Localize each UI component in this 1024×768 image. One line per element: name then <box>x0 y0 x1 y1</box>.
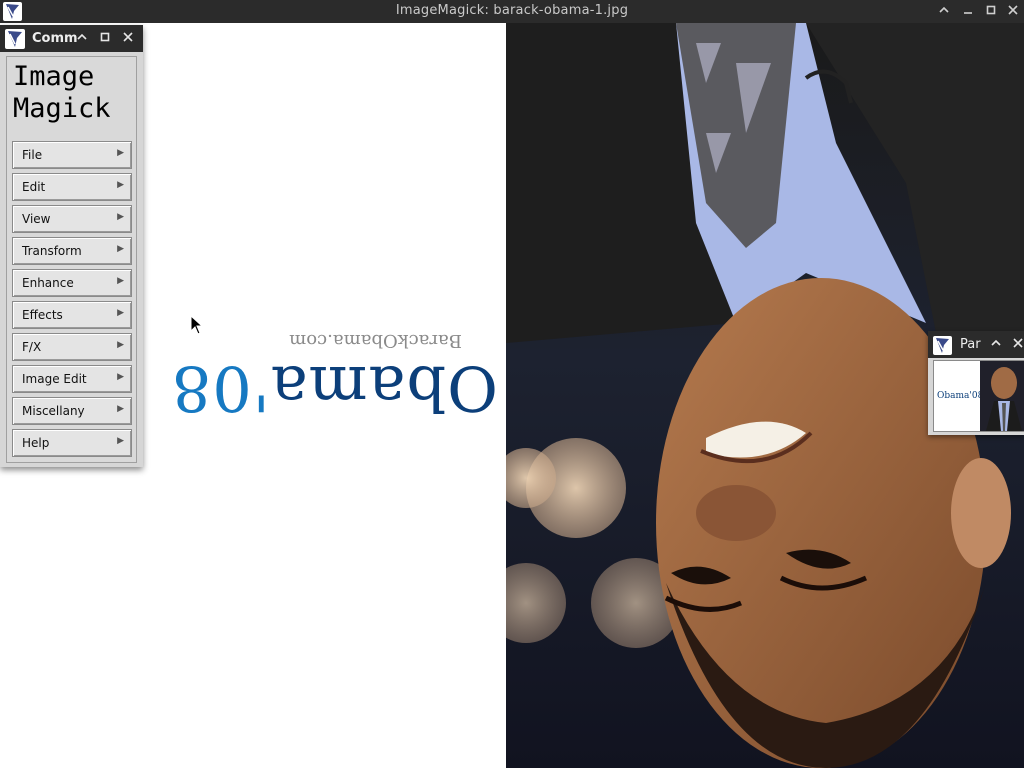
minimize-button[interactable] <box>960 4 976 20</box>
submenu-arrow-icon: ▶ <box>117 308 124 318</box>
mouse-cursor-icon <box>190 314 204 335</box>
shade-button[interactable] <box>988 337 1004 353</box>
submenu-arrow-icon: ▶ <box>117 244 124 254</box>
menu-label: Help <box>22 436 50 450</box>
menu-label: Enhance <box>22 276 74 290</box>
commands-titlebar[interactable]: Comm <box>0 25 143 52</box>
menu-enhance-button[interactable]: Enhance ▶ <box>12 269 132 297</box>
maximize-button[interactable] <box>97 31 113 47</box>
menu-label: Edit <box>22 180 46 194</box>
main-titlebar: ImageMagick: barack-obama-1.jpg <box>0 0 1024 24</box>
imagemagick-logo: Image Magick <box>13 61 111 124</box>
submenu-arrow-icon: ▶ <box>117 180 124 190</box>
menu-edit-button[interactable]: Edit ▶ <box>12 173 132 201</box>
menu-miscellany-button[interactable]: Miscellany ▶ <box>12 397 132 425</box>
menu-view-button[interactable]: View ▶ <box>12 205 132 233</box>
logo-site-text: BarackObama.com <box>289 330 462 351</box>
submenu-arrow-icon: ▶ <box>117 148 124 158</box>
thumbnail-logo: Obama'08 <box>937 391 984 401</box>
submenu-arrow-icon: ▶ <box>117 436 124 446</box>
shade-button[interactable] <box>936 4 952 20</box>
submenu-arrow-icon: ▶ <box>117 404 124 414</box>
pan-thumbnail[interactable]: Obama'08 <box>933 360 1024 432</box>
pan-titlebar[interactable]: Par <box>928 331 1024 358</box>
submenu-arrow-icon: ▶ <box>117 372 124 382</box>
menu-label: View <box>22 212 51 226</box>
window-title: ImageMagick: barack-obama-1.jpg <box>395 3 629 18</box>
menu-label: Effects <box>22 308 63 322</box>
obama-logo-rotated: Obama'08 BarackObama.com <box>148 323 498 433</box>
pan-title: Par <box>960 337 981 352</box>
commands-window: Comm Image Magick File ▶ Edit ▶ View ▶ T… <box>0 25 143 467</box>
maximize-button[interactable] <box>983 4 999 20</box>
menu-transform-button[interactable]: Transform ▶ <box>12 237 132 265</box>
image-canvas[interactable]: Obama'08 BarackObama.com <box>0 23 1024 768</box>
imagemagick-app-icon[interactable] <box>933 336 952 355</box>
menu-fx-button[interactable]: F/X ▶ <box>12 333 132 361</box>
menu-label: F/X <box>22 340 42 354</box>
menu-help-button[interactable]: Help ▶ <box>12 429 132 457</box>
submenu-arrow-icon: ▶ <box>117 340 124 350</box>
menu-label: Miscellany <box>22 404 85 418</box>
pan-window: Par Obama'08 <box>928 331 1024 435</box>
close-button[interactable] <box>1010 337 1024 353</box>
submenu-arrow-icon: ▶ <box>117 212 124 222</box>
commands-body: Image Magick File ▶ Edit ▶ View ▶ Transf… <box>6 56 137 463</box>
thumbnail-photo <box>980 361 1024 431</box>
close-button[interactable] <box>1005 4 1021 20</box>
menu-image-edit-button[interactable]: Image Edit ▶ <box>12 365 132 393</box>
menu-label: File <box>22 148 43 162</box>
menu-label: Image Edit <box>22 372 87 386</box>
menu-label: Transform <box>22 244 82 258</box>
logo-word: Obama'08 <box>170 352 498 425</box>
submenu-arrow-icon: ▶ <box>117 276 124 286</box>
menu-effects-button[interactable]: Effects ▶ <box>12 301 132 329</box>
close-button[interactable] <box>120 31 136 47</box>
menu-file-button[interactable]: File ▶ <box>12 141 132 169</box>
imagemagick-app-icon[interactable] <box>5 29 25 49</box>
shade-button[interactable] <box>74 31 90 47</box>
commands-title: Comm <box>32 31 78 46</box>
